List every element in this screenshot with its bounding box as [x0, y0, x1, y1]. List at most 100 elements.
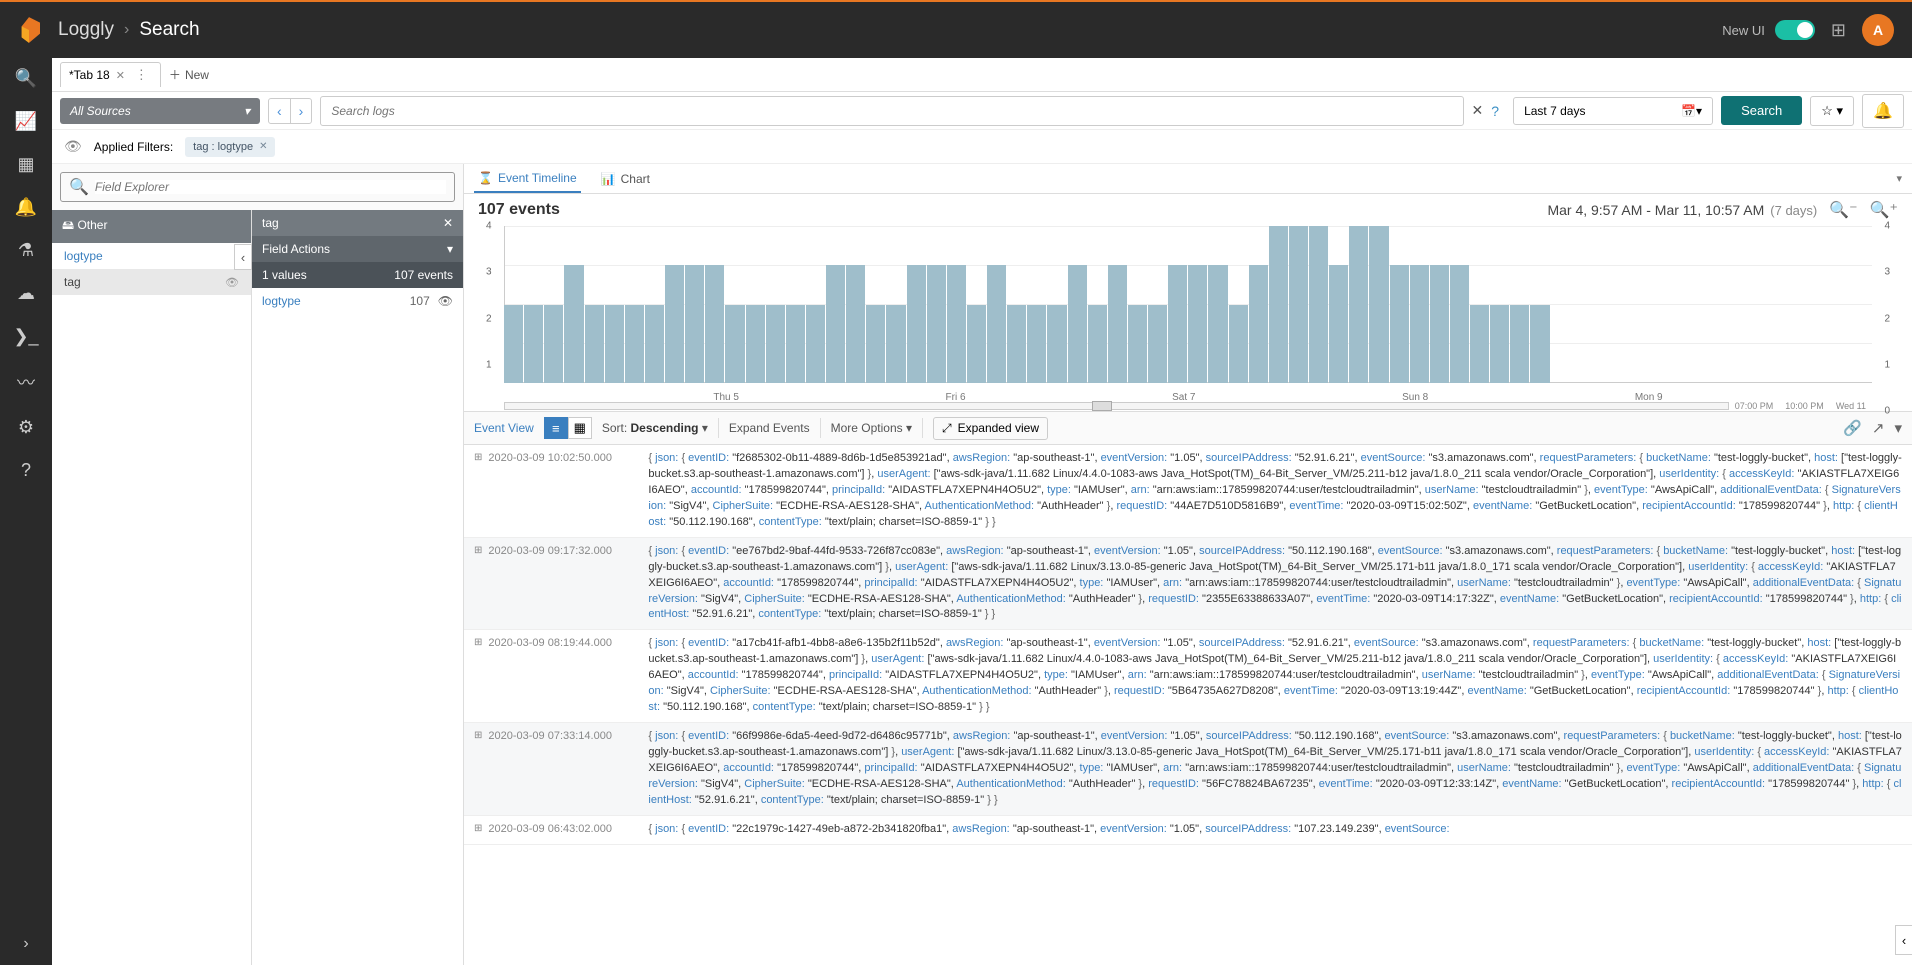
expand-rail-icon[interactable]: › — [23, 935, 28, 953]
sort-dropdown[interactable]: Sort: Descending ▾ — [602, 421, 708, 435]
metrics-icon[interactable]: 〰 — [17, 369, 35, 395]
field-actions-dropdown[interactable]: Field Actions ▾ — [252, 236, 463, 262]
grid-view-toggle[interactable]: ▦ — [568, 417, 592, 439]
collapse-left-panel-icon[interactable]: ‹ — [1895, 925, 1912, 955]
scrubber-handle[interactable] — [1092, 401, 1112, 411]
chart-bar[interactable] — [1208, 265, 1227, 383]
search-input[interactable] — [320, 96, 1463, 126]
tab-menu-icon[interactable]: ⋮ — [131, 67, 152, 83]
category-header-other[interactable]: 🖴 Other — [52, 210, 251, 243]
chart-bar[interactable] — [1470, 305, 1489, 384]
time-scrubber[interactable]: 07:00 PM 10:00 PM Wed 11 — [504, 401, 1872, 411]
eye-icon[interactable]: 👁 — [64, 138, 82, 155]
chart-bar[interactable] — [524, 305, 543, 384]
chart-bar[interactable] — [1108, 265, 1127, 383]
field-value-row[interactable]: logtype 107 👁 — [252, 288, 463, 314]
eye-icon[interactable]: 👁 — [438, 294, 453, 308]
zoom-in-icon[interactable]: 🔍⁺ — [1870, 200, 1898, 220]
history-back-icon[interactable]: ‹ — [269, 99, 291, 123]
eye-icon[interactable]: 👁 — [225, 276, 239, 289]
chart-bar[interactable] — [927, 265, 946, 383]
chart-bar[interactable] — [1369, 226, 1388, 383]
chart-bar[interactable] — [786, 305, 805, 384]
close-icon[interactable]: ✕ — [443, 216, 453, 230]
chart-bar[interactable] — [665, 265, 684, 383]
chart-bar[interactable] — [1168, 265, 1187, 383]
chart-bar[interactable] — [907, 265, 926, 383]
grid-icon[interactable]: ▦ — [17, 154, 34, 175]
search-button[interactable]: Search — [1721, 96, 1802, 125]
collapse-panel-icon[interactable]: ‹ — [234, 244, 252, 270]
expand-event-icon[interactable]: ⊞ — [474, 451, 482, 531]
field-explorer-input[interactable] — [95, 180, 446, 194]
link-icon[interactable]: 🔗 — [1843, 419, 1862, 437]
tab-event-timeline[interactable]: ⌛ Event Timeline — [474, 165, 581, 193]
search-icon[interactable]: 🔍 — [15, 68, 37, 89]
chart-bar[interactable] — [947, 265, 966, 383]
chart-bar[interactable] — [1128, 305, 1147, 384]
list-view-toggle[interactable]: ≡ — [544, 417, 568, 439]
event-row[interactable]: ⊞2020-03-09 09:17:32.000{ json: { eventI… — [464, 538, 1912, 631]
remove-filter-icon[interactable]: ✕ — [259, 141, 267, 152]
close-icon[interactable]: ✕ — [116, 69, 125, 82]
zoom-out-icon[interactable]: 🔍⁻ — [1829, 200, 1857, 220]
avatar[interactable]: A — [1862, 14, 1894, 46]
dashboards-icon[interactable]: 📈 — [15, 111, 37, 132]
chart-bar[interactable] — [1530, 305, 1549, 384]
help-icon[interactable]: ? — [21, 460, 31, 481]
alerts-bell-icon[interactable]: 🔔 — [1862, 94, 1904, 128]
chart-bar[interactable] — [1430, 265, 1449, 383]
favorites-dropdown[interactable]: ☆ ▾ — [1810, 96, 1854, 126]
caret-down-icon[interactable]: ▾ — [1894, 419, 1902, 437]
chart-bar[interactable] — [806, 305, 825, 384]
chart-bar[interactable] — [746, 305, 765, 384]
events-list[interactable]: ⊞2020-03-09 10:02:50.000{ json: { eventI… — [464, 445, 1912, 965]
chart-bar[interactable] — [1410, 265, 1429, 383]
chart-bar[interactable] — [1309, 226, 1328, 383]
chart-bar[interactable] — [846, 265, 865, 383]
cloud-icon[interactable]: ☁ — [17, 283, 35, 304]
chart-bar[interactable] — [1148, 305, 1167, 384]
settings-icon[interactable]: ⚙ — [18, 417, 34, 438]
chart-bar[interactable] — [705, 265, 724, 383]
chart-bar[interactable] — [685, 265, 704, 383]
chart-bar[interactable] — [886, 305, 905, 384]
chart-bar[interactable] — [725, 305, 744, 384]
alerts-icon[interactable]: 🔔 — [15, 197, 37, 218]
new-ui-toggle[interactable] — [1775, 20, 1815, 40]
event-row[interactable]: ⊞2020-03-09 06:43:02.000{ json: { eventI… — [464, 816, 1912, 845]
chart-bar[interactable] — [1088, 305, 1107, 384]
clear-search-icon[interactable]: ✕ — [1472, 102, 1484, 119]
chart-bar[interactable] — [504, 305, 523, 384]
chart-bar[interactable] — [1490, 305, 1509, 384]
chart-bar[interactable] — [1047, 305, 1066, 384]
expand-event-icon[interactable]: ⊞ — [474, 729, 482, 809]
chart-bar[interactable] — [1229, 305, 1248, 384]
filter-chip-tag-logtype[interactable]: tag : logtype ✕ — [185, 137, 275, 157]
timeline-chart[interactable]: 4 3 2 1 4 3 2 1 0 . Thu 5 Fri 6 Sat 7 Su… — [464, 226, 1912, 411]
chart-bar[interactable] — [625, 305, 644, 384]
chart-bar[interactable] — [645, 305, 664, 384]
history-forward-icon[interactable]: › — [291, 99, 312, 123]
time-range-picker[interactable]: Last 7 days 📅▾ — [1513, 97, 1713, 125]
export-icon[interactable]: ↗ — [1872, 419, 1885, 437]
chart-bar[interactable] — [987, 265, 1006, 383]
source-dropdown[interactable]: All Sources ▾ — [60, 98, 260, 124]
expanded-view-button[interactable]: ⤢ Expanded view — [933, 417, 1048, 440]
expand-events-button[interactable]: Expand Events — [729, 421, 810, 435]
chart-bar[interactable] — [585, 305, 604, 384]
tab-chart[interactable]: 📊 Chart — [597, 166, 654, 192]
chart-bar[interactable] — [826, 265, 845, 383]
brand[interactable]: Loggly — [58, 19, 114, 41]
chart-bar[interactable] — [1510, 305, 1529, 384]
field-logtype[interactable]: logtype — [52, 243, 251, 269]
chart-bar[interactable] — [564, 265, 583, 383]
event-row[interactable]: ⊞2020-03-09 07:33:14.000{ json: { eventI… — [464, 723, 1912, 816]
chart-bar[interactable] — [866, 305, 885, 384]
chart-bar[interactable] — [1249, 265, 1268, 383]
chart-bar[interactable] — [1289, 226, 1308, 383]
chart-bar[interactable] — [1390, 265, 1409, 383]
event-row[interactable]: ⊞2020-03-09 08:19:44.000{ json: { eventI… — [464, 630, 1912, 723]
chart-bar[interactable] — [1349, 226, 1368, 383]
chart-bar[interactable] — [1450, 265, 1469, 383]
